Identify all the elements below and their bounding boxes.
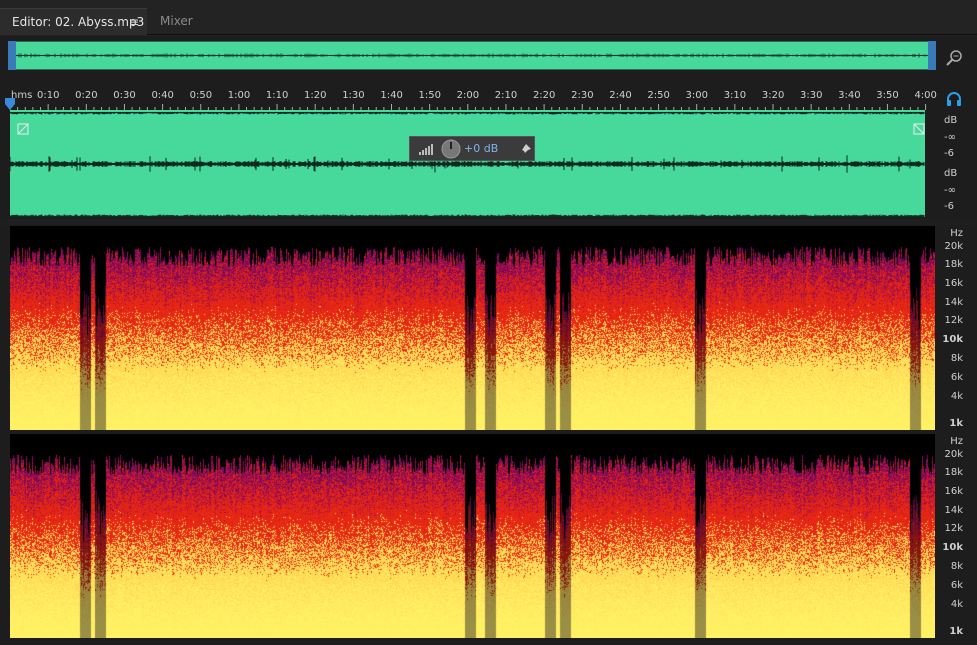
spectral-display-left[interactable] (10, 226, 935, 430)
hz-label: 6k (950, 372, 963, 383)
hz-label: 20k (944, 449, 963, 460)
tab-mixer-label: Mixer (160, 14, 193, 28)
ruler-tick-label: 0:50 (189, 90, 213, 101)
ruler-tick-label: 2:10 (494, 90, 518, 101)
view-divider[interactable] (0, 219, 977, 225)
hz-label: 10k (942, 542, 963, 553)
ruler-tick-label: 3:10 (723, 90, 747, 101)
ruler-tick-label: 3:30 (800, 90, 823, 101)
hz-label: 18k (944, 259, 963, 270)
hz-label: 20k (944, 241, 963, 252)
ruler-tick-label: 2:40 (609, 90, 632, 101)
overview-right-handle[interactable] (928, 41, 936, 70)
ruler-tick-label: 2:00 (456, 90, 480, 101)
pin-icon[interactable] (520, 143, 532, 155)
spectral-display-right[interactable] (10, 434, 935, 638)
hz-label: 14k (944, 297, 963, 308)
amp-six-label-r: -6 (944, 201, 954, 212)
overview-left-handle[interactable] (8, 41, 16, 70)
ruler-tick-label: 1:40 (380, 90, 403, 101)
hz-label: 12k (944, 315, 963, 326)
hud-volume-control[interactable]: +0 dB (409, 136, 535, 161)
frequency-ruler-left: Hz 20k 18k 16k 14k 12k 10k 8k 6k 4k 1k (936, 226, 977, 430)
level-meter-icon (419, 144, 433, 155)
ruler-tick-label: 2:20 (532, 90, 556, 101)
overview-waveform (12, 53, 931, 58)
volume-knob[interactable] (441, 139, 461, 159)
amp-db-label-l: dB (944, 115, 958, 126)
ruler-tick-label: 3:50 (876, 90, 899, 101)
hz-label: 8k (950, 353, 963, 364)
gain-value[interactable]: +0 dB (464, 142, 498, 155)
hz-label: 1k (949, 626, 963, 637)
hz-label: 16k (944, 486, 963, 497)
ruler-tick-label: 4:00 (914, 90, 937, 101)
hz-label: 12k (944, 523, 963, 534)
ruler-tick-label: 2:50 (647, 90, 670, 101)
waveform-graphic (10, 112, 925, 217)
amp-inf-label-l: -∞ (944, 132, 956, 143)
ruler-tick-label: 3:20 (761, 90, 785, 101)
ruler-tick-label: 0:10 (37, 90, 60, 101)
waveform-display[interactable] (10, 110, 925, 217)
ruler-tick-label: 3:40 (838, 90, 861, 101)
ruler-tick-label: 1:10 (265, 90, 289, 101)
hz-label: 10k (942, 334, 963, 345)
hz-label: 8k (950, 561, 963, 572)
ruler-tick-label: 3:00 (685, 90, 709, 101)
ruler-tick-label: 0:40 (151, 90, 174, 101)
hz-label: 4k (950, 391, 963, 402)
amp-db-label-r: dB (944, 168, 958, 179)
hz-unit-label: Hz (950, 228, 963, 239)
tab-editor-label: Editor: 02. Abyss.mp3 (12, 15, 145, 29)
hz-label: 18k (944, 467, 963, 478)
tab-mixer[interactable]: Mixer (147, 8, 207, 34)
hz-label: 1k (949, 418, 963, 429)
ruler-tick-label: 1:20 (304, 90, 327, 101)
hz-label: 6k (950, 580, 963, 591)
amplitude-ruler: dB -∞ -6 dB -∞ -6 (936, 110, 977, 218)
zoom-magnifier-icon[interactable] (944, 47, 966, 69)
ruler-tick-label: 0:20 (75, 90, 98, 101)
tab-editor[interactable]: Editor: 02. Abyss.mp3 ≡ (0, 8, 147, 35)
headphones-icon[interactable] (946, 92, 962, 106)
ruler-tick-label: 1:00 (227, 90, 251, 101)
ruler-tick-label: 1:30 (342, 90, 365, 101)
hz-label: 4k (950, 599, 963, 610)
playhead-marker-icon[interactable] (4, 98, 16, 110)
ruler-tick-label: 2:30 (571, 90, 594, 101)
hz-label: 14k (944, 505, 963, 516)
amp-six-label-l: -6 (944, 148, 954, 159)
amp-inf-label-r: -∞ (944, 185, 956, 196)
frequency-ruler-right: Hz 20k 18k 16k 14k 12k 10k 8k 6k 4k 1k (936, 434, 977, 638)
hz-unit-label: Hz (950, 436, 963, 447)
overview-navigator[interactable] (8, 41, 936, 70)
ruler-tick-label: 0:30 (113, 90, 136, 101)
ruler-tick-label: 1:50 (418, 90, 441, 101)
panel-menu-icon[interactable]: ≡ (129, 9, 139, 35)
hz-label: 16k (944, 278, 963, 289)
